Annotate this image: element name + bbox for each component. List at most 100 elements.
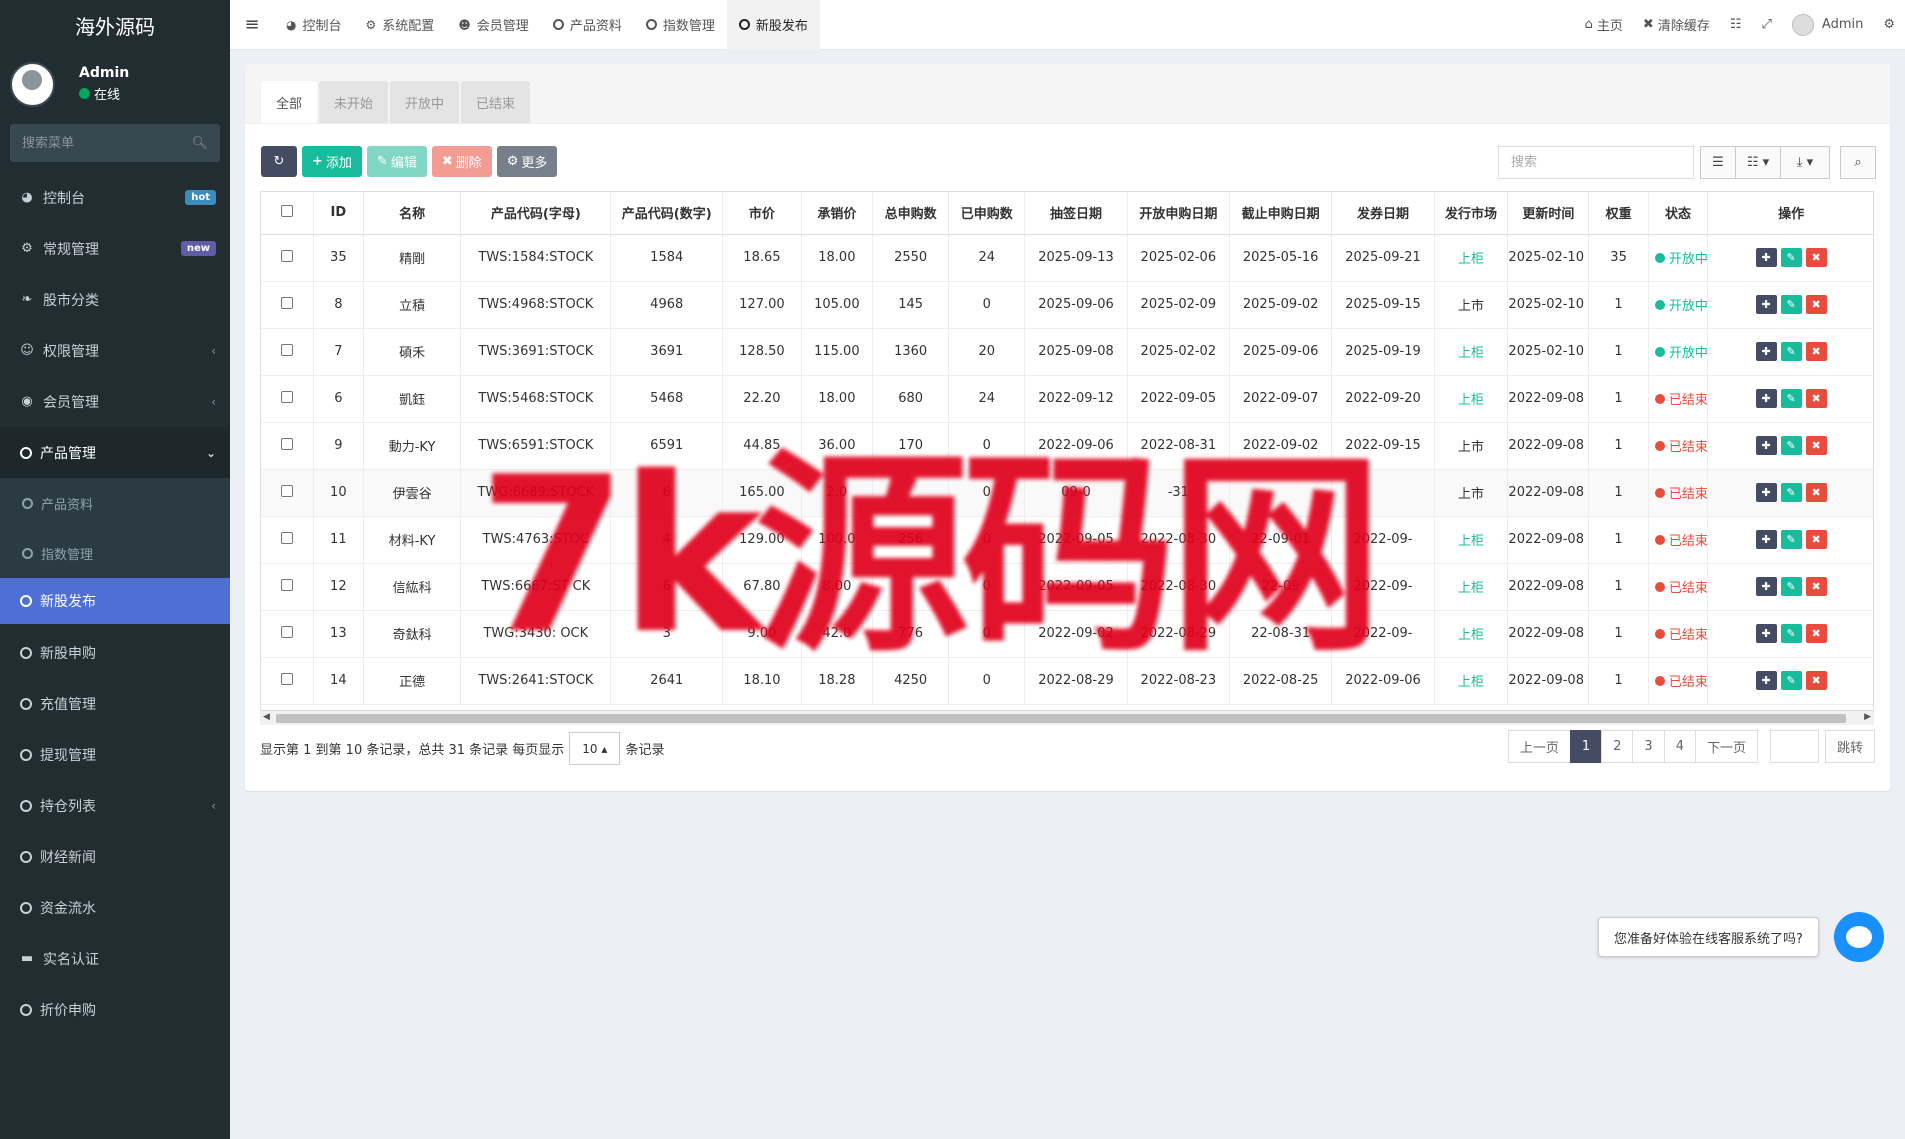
row-checkbox[interactable] xyxy=(280,437,293,450)
sidebar-item-general[interactable]: ⚙ 常规管理 new xyxy=(0,223,230,274)
sidebar-item-positions[interactable]: 持仓列表 ‹ xyxy=(0,780,230,831)
row-select-cell[interactable] xyxy=(261,469,314,517)
drag-move-button[interactable]: ✚ xyxy=(1755,530,1777,549)
filter-tab-not-started[interactable]: 未开始 xyxy=(319,81,389,123)
search-icon[interactable]: 🔍︎ xyxy=(191,136,208,151)
row-edit-button[interactable]: ✎ xyxy=(1780,577,1802,596)
row-delete-button[interactable]: ✖ xyxy=(1805,624,1827,643)
header-open-date[interactable]: 开放申购日期 xyxy=(1127,192,1231,235)
select-all-checkbox[interactable] xyxy=(280,204,293,217)
table-row[interactable]: 8 立積 TWS:4968:STOCK 4968 127.00 105.00 145 0 202… xyxy=(261,281,1873,329)
row-select-cell[interactable] xyxy=(261,610,314,658)
row-edit-button[interactable]: ✎ xyxy=(1780,624,1802,643)
chat-prompt[interactable]: 您准备好体验在线客服系统了吗? xyxy=(1598,917,1819,957)
row-delete-button[interactable]: ✖ xyxy=(1805,483,1827,502)
drag-move-button[interactable]: ✚ xyxy=(1755,342,1777,361)
header-total[interactable]: 总申购数 xyxy=(872,192,950,235)
table-row[interactable]: 7 碩禾 TWS:3691:STOCK 3691 128.50 115.00 1360 20 2… xyxy=(261,328,1873,376)
home-link[interactable]: ⌂ 主页 xyxy=(1575,15,1633,34)
row-checkbox[interactable] xyxy=(280,578,293,591)
row-edit-button[interactable]: ✎ xyxy=(1780,436,1802,455)
cell-market[interactable]: 上柜 xyxy=(1434,563,1509,611)
scroll-left-icon[interactable]: ◀ xyxy=(263,712,270,722)
sidebar-item-products[interactable]: 产品管理 ⌄ xyxy=(0,427,230,478)
sidebar-subitem-product-info[interactable]: 产品资料 xyxy=(0,478,230,528)
brand-logo[interactable]: 海外源码 xyxy=(0,0,230,50)
tab-system-config[interactable]: ⚙ 系统配置 xyxy=(354,0,447,50)
cell-market[interactable]: 上柜 xyxy=(1434,234,1509,282)
page-1[interactable]: 1 xyxy=(1569,730,1603,763)
row-delete-button[interactable]: ✖ xyxy=(1805,295,1827,314)
drag-move-button[interactable]: ✚ xyxy=(1755,577,1777,596)
page-3[interactable]: 3 xyxy=(1632,730,1665,763)
header-updated[interactable]: 更新时间 xyxy=(1507,192,1590,235)
scroll-right-icon[interactable]: ▶ xyxy=(1864,712,1871,722)
header-done[interactable]: 已申购数 xyxy=(948,192,1026,235)
filter-tab-ended[interactable]: 已结束 xyxy=(461,81,531,123)
toggle-view-button[interactable]: ☰ xyxy=(1700,146,1736,179)
header-draw-date[interactable]: 抽签日期 xyxy=(1024,192,1128,235)
refresh-button[interactable]: ↻ xyxy=(261,146,297,177)
page-size-select[interactable]: 10 ▴ xyxy=(569,732,621,765)
filter-tab-all[interactable]: 全部 xyxy=(261,81,318,123)
jump-button[interactable]: 跳转 xyxy=(1824,730,1875,763)
sidebar-item-stock-category[interactable]: ❧ 股市分类 xyxy=(0,274,230,325)
header-id[interactable]: ID xyxy=(313,192,364,235)
export-button[interactable]: ⤓ ▾ xyxy=(1780,146,1830,179)
page-2[interactable]: 2 xyxy=(1601,730,1634,763)
table-row[interactable]: 35 精剛 TWS:1584:STOCK 1584 18.65 18.00 2550 24 20… xyxy=(261,234,1873,282)
sidebar-item-discount[interactable]: 折价申购 xyxy=(0,984,230,1035)
prev-page-button[interactable]: 上一页 xyxy=(1507,730,1571,763)
header-status[interactable]: 状态 xyxy=(1648,192,1709,235)
row-select-cell[interactable] xyxy=(261,281,314,329)
row-edit-button[interactable]: ✎ xyxy=(1780,483,1802,502)
sidebar-item-members[interactable]: ◉ 会员管理 ‹ xyxy=(0,376,230,427)
table-row[interactable]: 6 凱鈺 TWS:5468:STOCK 5468 22.20 18.00 680 24 2022… xyxy=(261,375,1873,423)
sidebar-subitem-index[interactable]: 指数管理 xyxy=(0,528,230,578)
header-close-date[interactable]: 截止申购日期 xyxy=(1229,192,1333,235)
row-checkbox[interactable] xyxy=(280,390,293,403)
sidebar-search-input[interactable] xyxy=(22,135,182,151)
next-page-button[interactable]: 下一页 xyxy=(1694,730,1758,763)
row-checkbox[interactable] xyxy=(280,531,293,544)
row-edit-button[interactable]: ✎ xyxy=(1780,295,1802,314)
sidebar-item-news[interactable]: 财经新闻 xyxy=(0,831,230,882)
delete-button[interactable]: ✖ 删除 xyxy=(431,146,492,177)
row-select-cell[interactable] xyxy=(261,375,314,423)
settings-cogs-icon[interactable]: ⚙ xyxy=(1873,17,1905,32)
drag-move-button[interactable]: ✚ xyxy=(1755,295,1777,314)
table-search-input[interactable] xyxy=(1498,146,1694,179)
page-4[interactable]: 4 xyxy=(1663,730,1696,763)
row-delete-button[interactable]: ✖ xyxy=(1805,248,1827,267)
row-delete-button[interactable]: ✖ xyxy=(1805,436,1827,455)
edit-button[interactable]: ✎ 编辑 xyxy=(366,146,427,177)
filter-tab-open[interactable]: 开放中 xyxy=(390,81,460,123)
row-delete-button[interactable]: ✖ xyxy=(1805,671,1827,690)
tab-index[interactable]: 指数管理 xyxy=(634,0,727,50)
row-delete-button[interactable]: ✖ xyxy=(1805,342,1827,361)
search-button[interactable]: ⌕ xyxy=(1840,146,1876,179)
row-delete-button[interactable]: ✖ xyxy=(1805,530,1827,549)
fullscreen-icon[interactable]: ⤢ xyxy=(1752,17,1782,32)
cell-market[interactable]: 上柜 xyxy=(1434,610,1509,658)
header-code-alpha[interactable]: 产品代码(字母) xyxy=(460,192,612,235)
row-checkbox[interactable] xyxy=(280,343,293,356)
tab-ipo-publish[interactable]: 新股发布 xyxy=(726,0,820,50)
drag-move-button[interactable]: ✚ xyxy=(1755,671,1777,690)
row-edit-button[interactable]: ✎ xyxy=(1780,248,1802,267)
drag-move-button[interactable]: ✚ xyxy=(1755,436,1777,455)
row-select-cell[interactable] xyxy=(261,657,314,705)
add-button[interactable]: + 添加 xyxy=(302,146,362,177)
header-name[interactable]: 名称 xyxy=(363,192,462,235)
header-price[interactable]: 市价 xyxy=(722,192,802,235)
header-market[interactable]: 发行市场 xyxy=(1434,192,1509,235)
cell-market[interactable]: 上柜 xyxy=(1434,516,1509,564)
cell-market[interactable]: 上柜 xyxy=(1434,328,1509,376)
sidebar-item-permissions[interactable]: ☺ 权限管理 ‹ xyxy=(0,325,230,376)
sidebar-item-withdraw[interactable]: 提现管理 xyxy=(0,729,230,780)
drag-move-button[interactable]: ✚ xyxy=(1755,483,1777,502)
row-select-cell[interactable] xyxy=(261,422,314,470)
row-select-cell[interactable] xyxy=(261,516,314,564)
tab-members[interactable]: ☻ 会员管理 xyxy=(446,0,541,50)
drag-move-button[interactable]: ✚ xyxy=(1755,248,1777,267)
